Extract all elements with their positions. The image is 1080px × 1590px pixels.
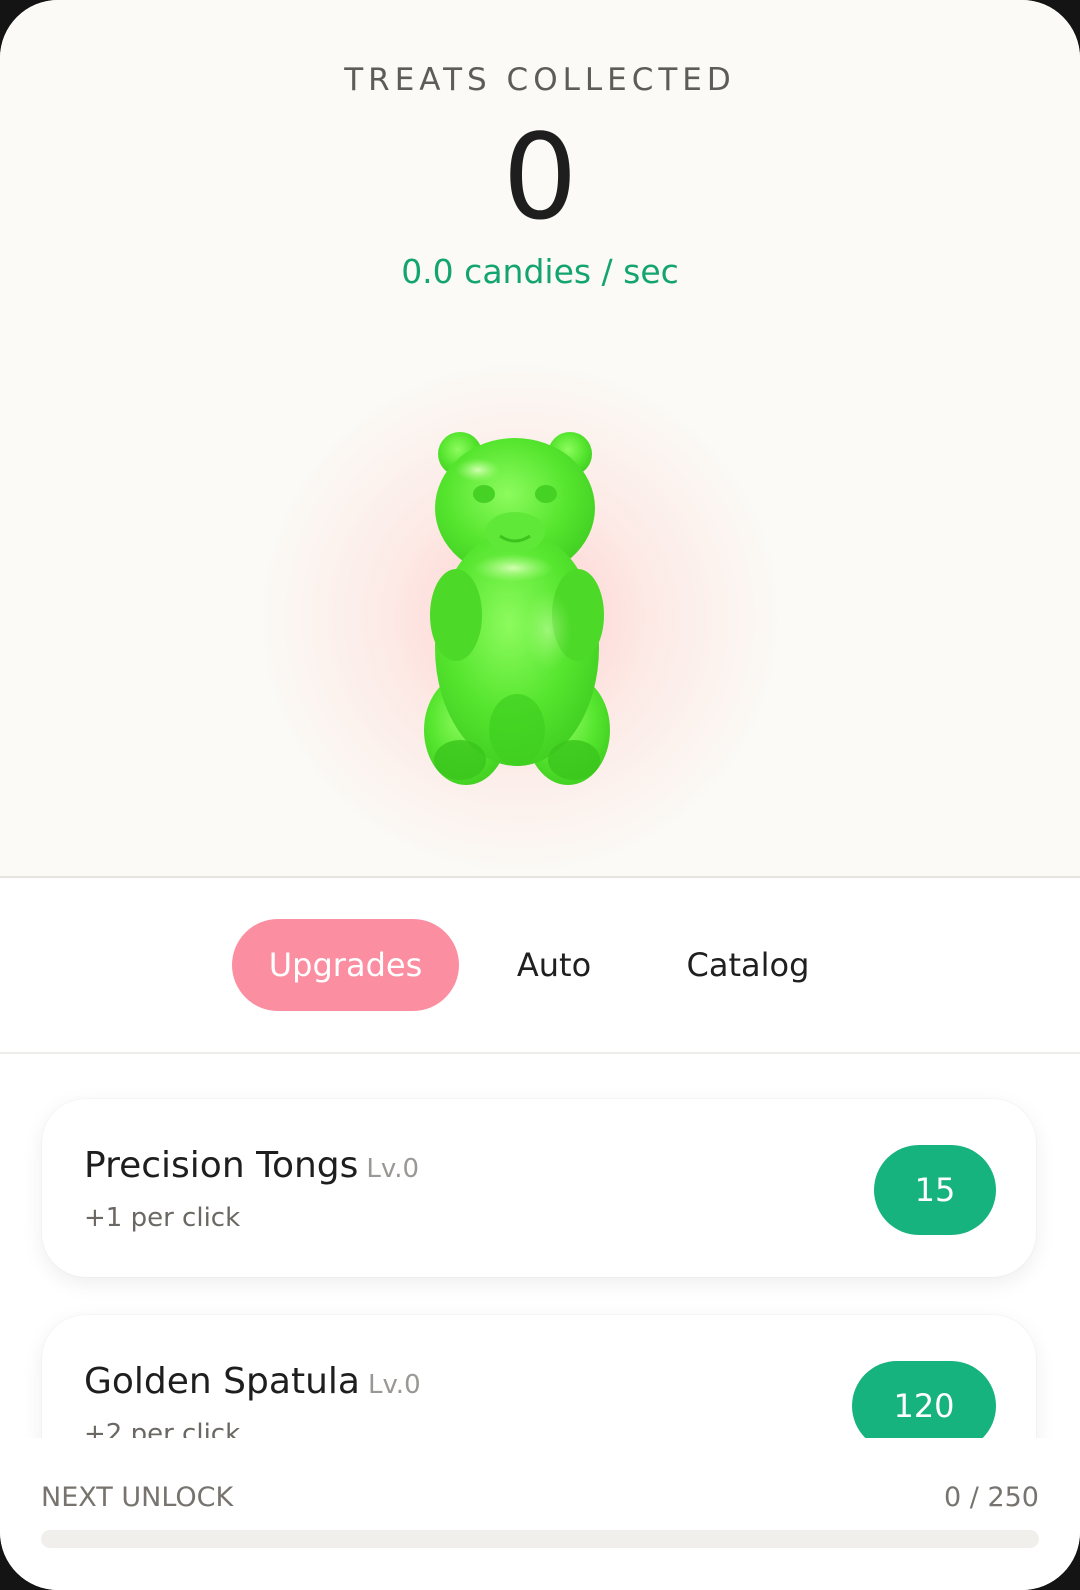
next-unlock-panel: NEXT UNLOCK 0 / 250 (0, 1438, 1080, 1590)
rate-unit: candies / sec (464, 252, 679, 291)
game-area: TREATS COLLECTED 0 0.0 candies / sec (0, 0, 1080, 878)
upgrade-description: +2 per click (84, 1419, 241, 1438)
upgrade-card-golden-spatula: Golden Spatula Lv.0 +2 per click 120 (42, 1315, 1036, 1438)
tab-upgrades[interactable]: Upgrades (232, 919, 459, 1011)
treats-count: 0 (502, 108, 578, 246)
tab-catalog[interactable]: Catalog (668, 919, 828, 1011)
rate-value: 0.0 (401, 252, 454, 291)
upgrade-description: +1 per click (84, 1203, 241, 1233)
upgrade-title: Golden Spatula Lv.0 (84, 1361, 421, 1402)
buy-upgrade-button[interactable]: 15 (874, 1145, 996, 1235)
treats-label: TREATS COLLECTED (344, 62, 736, 98)
upgrade-level: Lv.0 (366, 1154, 420, 1184)
upgrade-name: Precision Tongs (84, 1145, 359, 1186)
next-unlock-progress-text: 0 / 250 (944, 1482, 1039, 1513)
upgrades-list[interactable]: Precision Tongs Lv.0 +1 per click 15 Gold… (0, 1054, 1080, 1438)
buy-upgrade-button[interactable]: 120 (852, 1361, 996, 1438)
rate-display: 0.0 candies / sec (0, 252, 1080, 291)
upgrade-title: Precision Tongs Lv.0 (84, 1145, 419, 1186)
upgrade-level: Lv.0 (367, 1370, 421, 1400)
app-frame: TREATS COLLECTED 0 0.0 candies / sec Upg… (0, 0, 1080, 1590)
next-unlock-progress-bar (41, 1530, 1039, 1548)
next-unlock-label: NEXT UNLOCK (41, 1482, 234, 1513)
upgrade-name: Golden Spatula (84, 1361, 360, 1402)
tab-bar: Upgrades Auto Catalog (0, 878, 1080, 1054)
upgrade-card-precision-tongs: Precision Tongs Lv.0 +1 per click 15 (42, 1099, 1036, 1277)
gummy-bear-icon[interactable] (418, 430, 632, 794)
tab-auto[interactable]: Auto (502, 919, 606, 1011)
